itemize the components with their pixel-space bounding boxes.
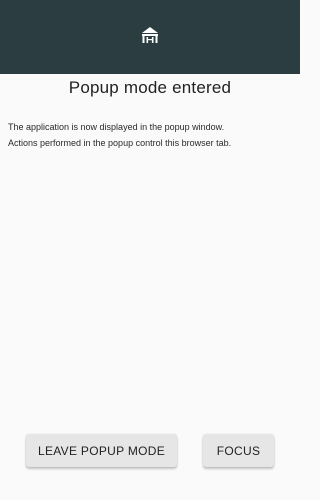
description-line: The application is now displayed in the … <box>8 122 225 132</box>
app-header <box>0 0 300 74</box>
page-title: Popup mode entered <box>68 78 232 97</box>
pavilion-logo-icon <box>141 26 159 44</box>
description: The application is now displayed in the … <box>8 119 294 151</box>
leave-popup-mode-button[interactable]: LEAVE POPUP MODE <box>26 434 177 467</box>
description-line: Actions performed in the popup control t… <box>8 138 232 148</box>
focus-button[interactable]: FOCUS <box>203 434 274 467</box>
